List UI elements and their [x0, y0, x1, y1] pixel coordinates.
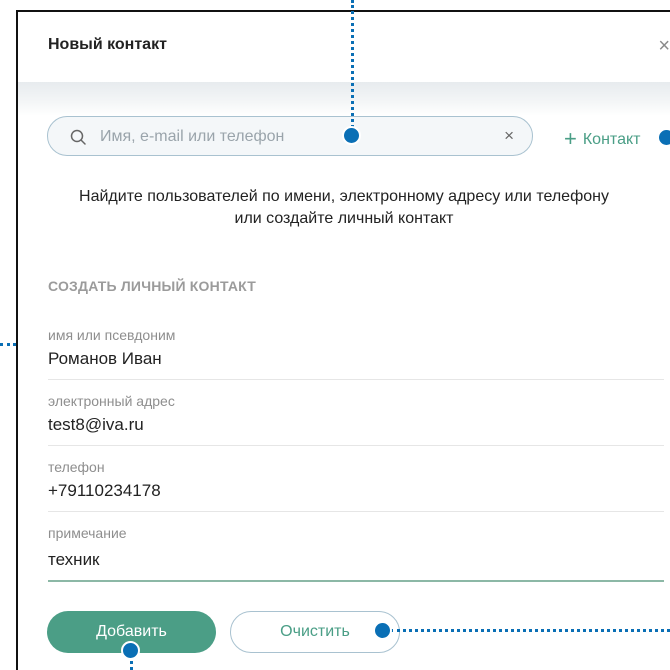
search-icon — [70, 129, 86, 145]
email-input[interactable] — [48, 415, 664, 435]
plus-icon: + — [564, 126, 577, 151]
phone-field: телефон — [48, 459, 664, 512]
callout-line-clear — [390, 629, 670, 632]
email-field-divider — [48, 445, 664, 446]
header-shadow — [18, 82, 670, 116]
search-input[interactable] — [98, 124, 492, 150]
email-field: электронный адрес — [48, 393, 664, 446]
section-title: СОЗДАТЬ ЛИЧНЫЙ КОНТАКТ — [48, 278, 256, 294]
note-input[interactable] — [48, 550, 664, 570]
search-box[interactable]: × — [47, 116, 533, 156]
callout-line-left — [0, 343, 16, 346]
name-field-label: имя или псевдоним — [48, 327, 176, 343]
close-icon[interactable]: × — [658, 36, 670, 56]
email-field-label: электронный адрес — [48, 393, 175, 409]
clear-search-icon[interactable]: × — [504, 126, 514, 146]
search-hint: Найдите пользователей по имени, электрон… — [18, 186, 670, 230]
name-input[interactable] — [48, 349, 664, 369]
phone-field-divider — [48, 511, 664, 512]
hint-line-2: или создайте личный контакт — [234, 210, 454, 227]
name-field: имя или псевдоним — [48, 327, 664, 380]
phone-field-label: телефон — [48, 459, 105, 475]
name-field-divider — [48, 379, 664, 380]
dialog-header: Новый контакт × — [18, 12, 670, 82]
dialog-title: Новый контакт — [48, 36, 167, 53]
callout-dot-add — [121, 641, 140, 660]
new-contact-dialog: Новый контакт × × + Контакт Найдите польз… — [18, 12, 670, 670]
add-contact-button[interactable]: + Контакт — [564, 126, 640, 152]
note-field-label: примечание — [48, 525, 127, 541]
hint-line-1: Найдите пользователей по имени, электрон… — [79, 188, 609, 205]
callout-dot-clear — [373, 621, 392, 640]
add-contact-label: Контакт — [582, 131, 641, 148]
callout-dot-search — [342, 126, 361, 145]
note-field-divider — [48, 580, 664, 582]
callout-line-search — [351, 0, 354, 128]
phone-input[interactable] — [48, 481, 664, 501]
callout-dot-contact — [657, 128, 670, 147]
note-field: примечание — [48, 525, 664, 582]
